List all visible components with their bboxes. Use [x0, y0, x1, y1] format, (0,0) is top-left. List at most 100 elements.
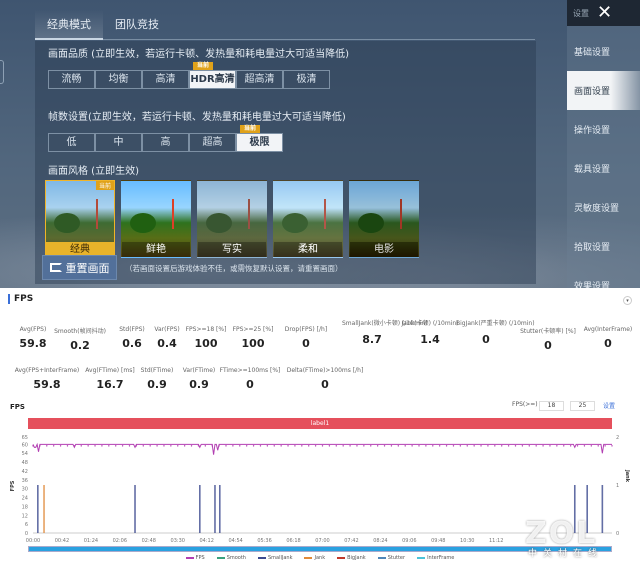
- close-icon[interactable]: ✕: [597, 4, 612, 22]
- reset-note: （若画面设置后游戏体验不佳，或需恢复默认设置，请重置画面）: [125, 264, 343, 273]
- option-quality_options-4[interactable]: 超高清: [236, 70, 283, 89]
- fps-title: 帧数设置(立即生效，若运行卡顿、发热量和耗电量过大可适当降低): [48, 112, 346, 123]
- option-label: 超高: [202, 137, 223, 148]
- x-tick-label: 04:54: [228, 538, 242, 544]
- fps-point: [66, 445, 69, 447]
- jank-spike: [43, 485, 45, 533]
- fps-point: [604, 445, 606, 447]
- x-tick-label: 02:48: [142, 538, 156, 544]
- metric: FTime>=100ms [%] 0: [210, 367, 290, 391]
- option-label: 均衡: [108, 74, 129, 85]
- fps-threshold-input-2[interactable]: 25: [570, 401, 595, 411]
- x-tick-label: 00:42: [55, 538, 69, 544]
- fps-threshold-input-1[interactable]: 18: [539, 401, 564, 411]
- legend-item-fps[interactable]: FPS: [185, 555, 205, 561]
- fps-point: [501, 445, 503, 447]
- style-thumb-2[interactable]: 写实: [197, 180, 267, 258]
- metric-value: 0: [246, 378, 254, 391]
- fps-point: [39, 445, 41, 447]
- jank-spike: [601, 485, 604, 533]
- option-quality_options-5[interactable]: 极清: [283, 70, 330, 89]
- fps-point: [232, 445, 234, 447]
- chart-title: FPS: [10, 403, 25, 411]
- sidebar-item-2[interactable]: 操作设置: [567, 110, 640, 149]
- sidebar-item-1[interactable]: 画面设置: [567, 71, 640, 110]
- sidebar-title: 设置: [573, 8, 589, 18]
- fps-point: [514, 445, 517, 447]
- metric-label: Stutter(卡顿率) [%]: [520, 328, 576, 335]
- fps-point: [397, 445, 400, 447]
- sidebar-item-0[interactable]: 基础设置: [567, 32, 640, 71]
- legend-item-interframe[interactable]: InterFrame: [417, 555, 454, 561]
- metric-value: 100: [241, 337, 265, 350]
- quality-selector: 流畅 均衡 高清 HDR高清 当前超高清 极清: [48, 62, 330, 89]
- fps-point: [480, 445, 482, 447]
- x-tick-label: 01:24: [84, 538, 98, 544]
- option-quality_options-0[interactable]: 流畅: [48, 70, 95, 89]
- sidebar-item-3[interactable]: 载具设置: [567, 149, 640, 188]
- tab-team[interactable]: 团队竞技: [103, 10, 171, 40]
- y-tick-label: 42: [22, 469, 28, 475]
- style-thumb-4[interactable]: 电影: [349, 180, 419, 258]
- fps-point: [115, 445, 117, 447]
- sidebar-item-5[interactable]: 拾取设置: [567, 227, 640, 266]
- y2-axis-label: Jank: [624, 469, 630, 483]
- label-bar[interactable]: label1: [28, 418, 612, 429]
- fps-point: [101, 445, 103, 447]
- sidebar-item-4[interactable]: 灵敏度设置: [567, 188, 640, 227]
- legend-item-stutter[interactable]: Stutter: [377, 555, 405, 561]
- option-fps_options-1[interactable]: 中: [95, 133, 142, 152]
- fps-point: [528, 445, 530, 447]
- option-quality_options-1[interactable]: 均衡: [95, 70, 142, 89]
- metric: Smooth(帧间抖动) 0.2: [50, 326, 110, 352]
- option-fps_options-2[interactable]: 高: [142, 133, 189, 152]
- fps-point: [170, 445, 172, 447]
- fps-point: [204, 445, 207, 447]
- option-fps_options-3[interactable]: 超高: [189, 133, 236, 152]
- y2-tick-label: 2: [616, 435, 619, 441]
- fps-point: [128, 445, 131, 447]
- x-tick-label: 03:30: [171, 538, 185, 544]
- option-label: HDR高清: [190, 74, 235, 85]
- y-tick-label: 6: [25, 522, 28, 528]
- fps-point: [252, 445, 255, 447]
- fps-point: [287, 445, 289, 447]
- metric-value: 0: [321, 378, 329, 391]
- fps-point: [487, 445, 489, 447]
- legend-item-bigjank[interactable]: BigJank: [337, 555, 366, 561]
- legend-swatch: [337, 556, 346, 559]
- option-fps_options-4[interactable]: 极限 当前: [236, 125, 283, 152]
- left-handle[interactable]: [0, 60, 4, 84]
- style-thumb-0[interactable]: 经典 当前: [45, 180, 115, 258]
- style-label: 鲜艳: [122, 242, 190, 257]
- apply-link[interactable]: 设置: [603, 401, 615, 410]
- legend-swatch: [377, 556, 386, 559]
- option-label: 高清: [155, 74, 176, 85]
- reset-graphics-button[interactable]: 重置画面: [42, 255, 117, 280]
- collapse-icon[interactable]: ▾: [623, 296, 632, 305]
- option-quality_options-2[interactable]: 高清: [142, 70, 189, 89]
- option-quality_options-3[interactable]: HDR高清 当前: [189, 62, 236, 89]
- metric: SmallJank(微小卡顿) (/10min) 8.7: [342, 318, 428, 346]
- style-thumb-1[interactable]: 鲜艳: [121, 180, 191, 258]
- option-fps_options-0[interactable]: 低: [48, 133, 95, 152]
- legend-item-jank[interactable]: Jank: [304, 555, 325, 561]
- fps-point: [94, 445, 96, 447]
- x-tick-label: 11:12: [489, 538, 503, 544]
- fps-point: [383, 445, 386, 447]
- legend-label: InterFrame: [427, 555, 455, 561]
- fps-point: [590, 445, 593, 447]
- style-thumb-3[interactable]: 柔和: [273, 180, 343, 258]
- tree-image: [206, 213, 232, 233]
- current-badge: 当前: [193, 62, 214, 70]
- y-tick-label: 48: [22, 460, 28, 466]
- metric-label: BigJank(严重卡顿) (/10min): [456, 320, 535, 327]
- legend-item-smooth[interactable]: Smooth: [216, 555, 246, 561]
- fps-point: [349, 445, 351, 447]
- legend-item-smalljank[interactable]: SmallJank: [257, 555, 292, 561]
- fps-point: [87, 445, 89, 447]
- sidebar-item-6[interactable]: 效果设置: [567, 266, 640, 288]
- tab-classic[interactable]: 经典模式: [35, 10, 103, 40]
- y-tick-label: 65: [22, 435, 28, 441]
- fps-point: [376, 445, 379, 447]
